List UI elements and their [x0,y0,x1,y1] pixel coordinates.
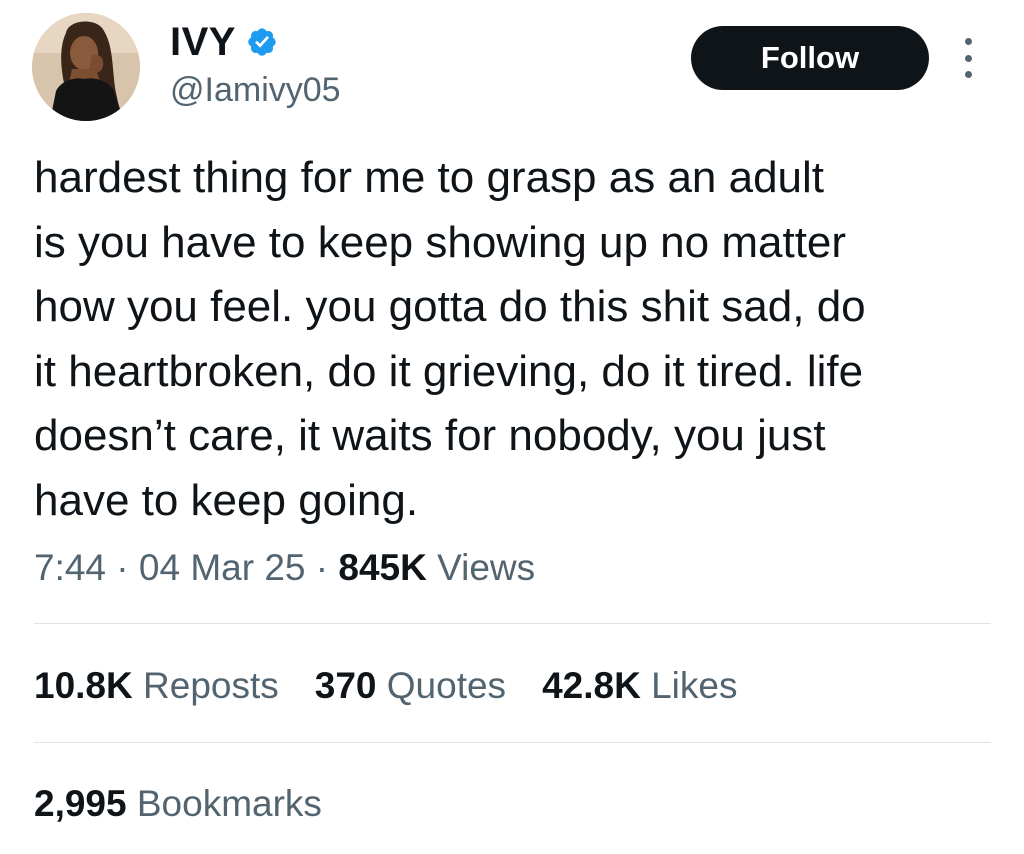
meta-separator: · [315,547,329,588]
tweet-date[interactable]: 04 Mar 25 [139,547,306,588]
quotes-stat[interactable]: 370 Quotes [315,662,506,710]
likes-stat[interactable]: 42.8K Likes [542,662,737,710]
quotes-label: Quotes [386,665,507,706]
engagement-stats: 10.8K Reposts 370 Quotes 42.8K Likes [34,662,773,710]
more-dot [964,38,972,45]
profile-photo-icon [32,13,140,121]
reposts-stat[interactable]: 10.8K Reposts [34,662,279,710]
tweet-text: hardest thing for me to grasp as an adul… [34,153,866,525]
verified-badge-icon [246,26,278,58]
more-dot [964,71,972,78]
meta-separator: · [116,547,129,588]
author-handle[interactable]: @Iamivy05 [170,70,341,110]
bookmarks-label: Bookmarks [136,783,322,824]
views-count: 845K [338,547,427,588]
reposts-count: 10.8K [34,665,133,706]
divider [34,623,991,624]
likes-label: Likes [651,665,738,706]
tweet-meta: 7:44 · 04 Mar 25 · 845K Views [34,544,535,592]
likes-count: 42.8K [542,665,641,706]
bookmarks-stat[interactable]: 2,995 Bookmarks [34,780,322,828]
avatar[interactable] [32,13,140,121]
divider [34,742,991,743]
bookmarks-count: 2,995 [34,783,127,824]
follow-button[interactable]: Follow [691,26,929,90]
quotes-count: 370 [314,665,377,706]
reposts-label: Reposts [143,665,279,706]
author-name-row: IVY [170,18,278,66]
display-name[interactable]: IVY [170,18,236,66]
views-label: Views [437,547,536,588]
tweet-header: IVY @Iamivy05 Follow [0,0,1024,130]
more-dot [964,54,972,62]
more-vertical-icon[interactable] [958,38,978,78]
tweet-time[interactable]: 7:44 [34,547,106,588]
